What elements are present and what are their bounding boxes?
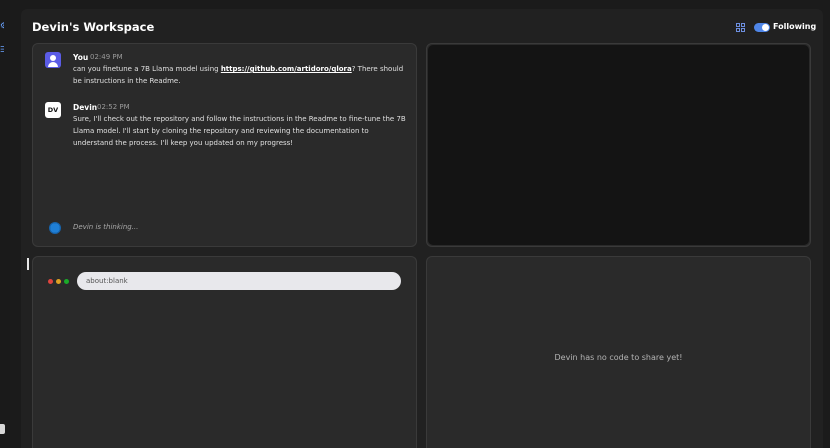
message-text: Sure, I'll check out the repository and … — [73, 115, 406, 147]
thinking-status: Devin is thinking... — [73, 223, 139, 231]
code-panel: Devin has no code to share yet! — [426, 256, 811, 448]
toggle-knob — [762, 24, 769, 31]
grid-layout-icon[interactable] — [736, 23, 745, 32]
thinking-spinner-icon — [49, 222, 61, 234]
message-text: can you finetune a 7B Llama model using … — [73, 65, 404, 85]
user-avatar — [45, 52, 61, 68]
maximize-dot-icon[interactable] — [64, 279, 69, 284]
sidebar-menu-icon[interactable]: ☰ — [0, 46, 4, 54]
repo-link[interactable]: https://github.com/artidoro/qlora — [221, 65, 352, 73]
following-toggle[interactable] — [754, 23, 770, 32]
sidebar-link-icon[interactable]: ⚙ — [0, 22, 4, 30]
sidebar: ⚙ ☰ — [0, 0, 10, 448]
close-dot-icon[interactable] — [48, 279, 53, 284]
following-label: Following — [773, 22, 817, 31]
message-sender: You — [73, 53, 89, 62]
workspace: Devin's Workspace Following You 02:49 PM… — [21, 9, 823, 448]
workspace-title: Devin's Workspace — [32, 20, 155, 34]
minimize-dot-icon[interactable] — [56, 279, 61, 284]
sidebar-user-icon[interactable] — [0, 424, 5, 434]
resize-handle[interactable] — [27, 258, 29, 270]
chat-panel: You 02:49 PM can you finetune a 7B Llama… — [32, 43, 417, 247]
empty-code-message: Devin has no code to share yet! — [554, 353, 683, 362]
shell-panel — [426, 43, 811, 247]
message-time: 02:52 PM — [97, 103, 130, 111]
browser-panel: about:blank — [32, 256, 417, 448]
message-sender: Devin — [73, 103, 98, 112]
shell-screen[interactable] — [428, 45, 809, 245]
devin-avatar: DV — [45, 102, 61, 118]
url-bar[interactable]: about:blank — [77, 272, 401, 290]
message-time: 02:49 PM — [90, 53, 123, 61]
